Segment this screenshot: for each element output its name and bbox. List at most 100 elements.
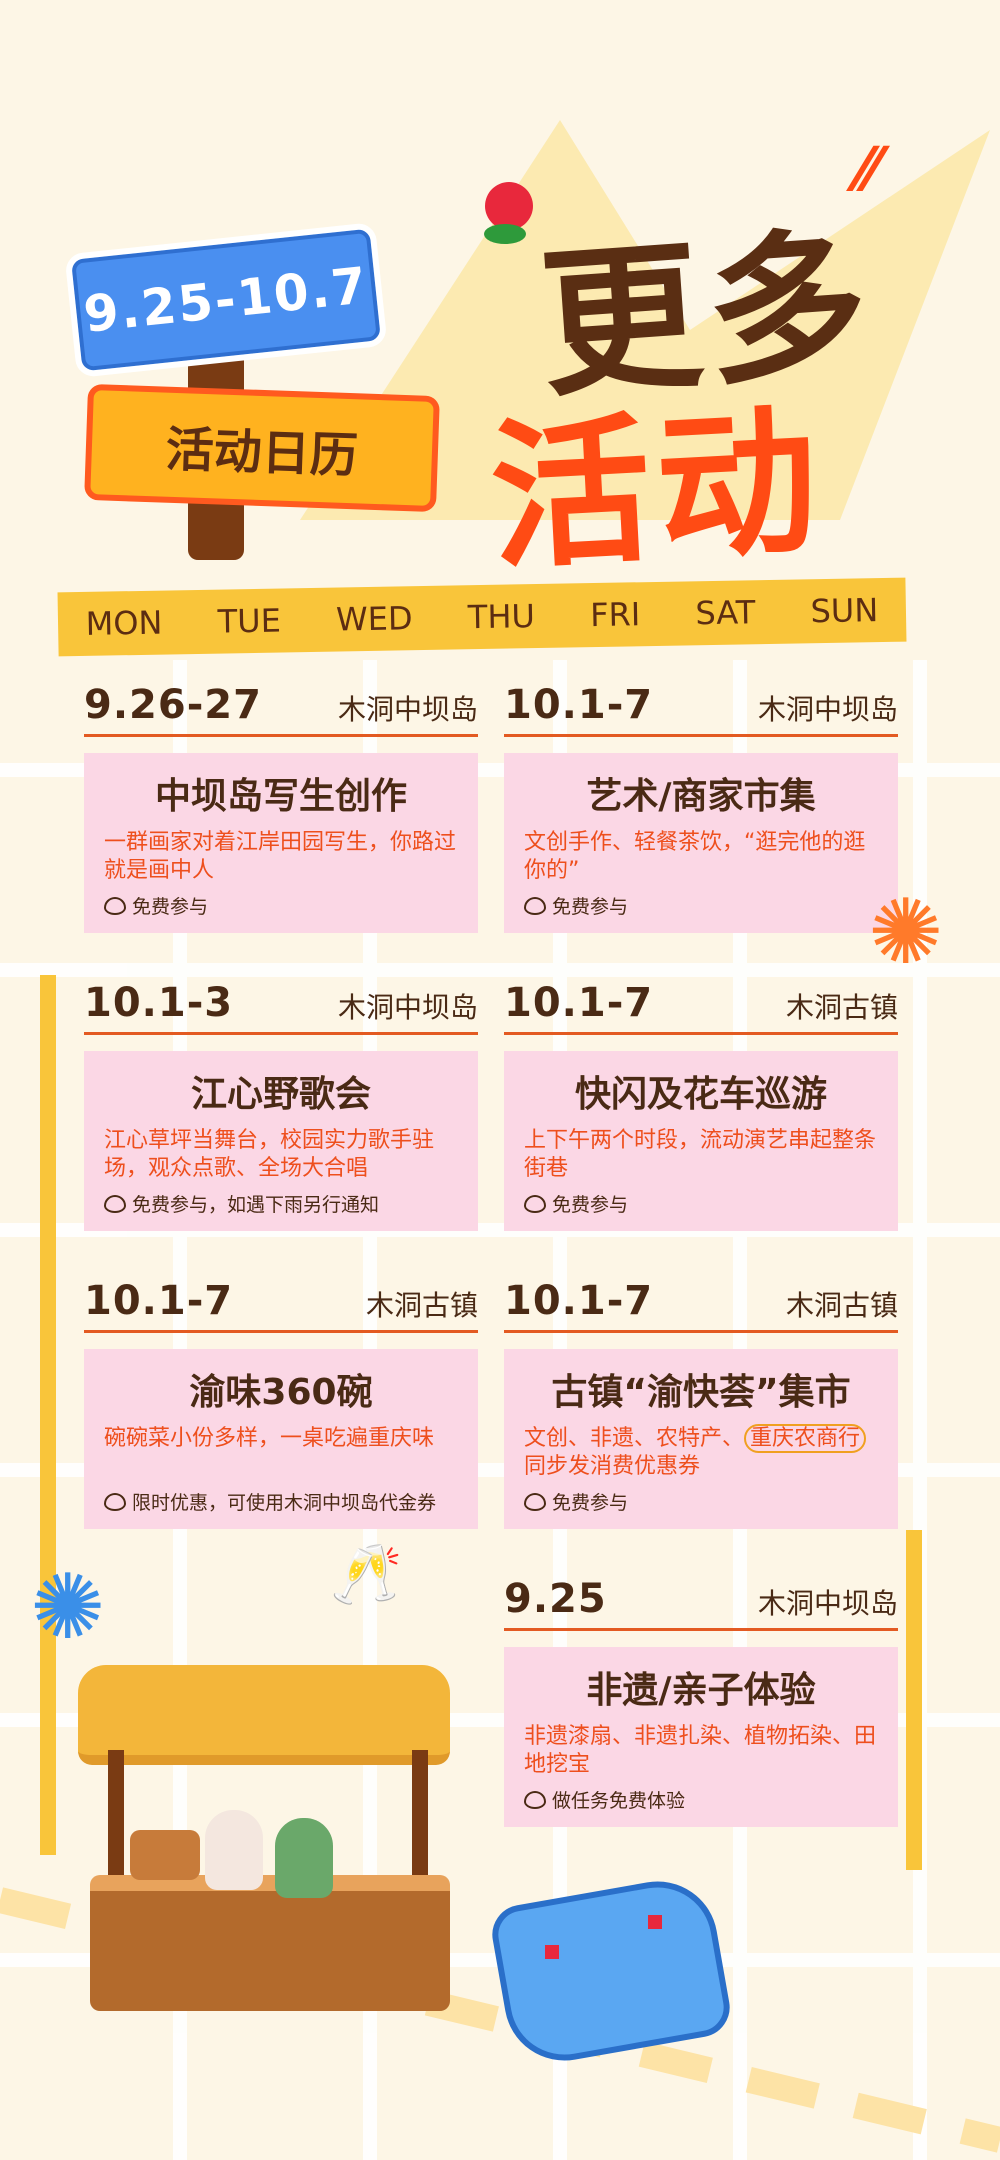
event-location: 木洞古镇 <box>365 1289 478 1322</box>
event-note-text: 做任务免费体验 <box>552 1790 686 1812</box>
event-note-text: 免费参与 <box>132 896 209 918</box>
event-location: 木洞中坝岛 <box>757 1587 898 1620</box>
event-note-text: 免费参与，如遇下雨另行通知 <box>132 1194 380 1216</box>
event-note-text: 免费参与 <box>552 896 629 918</box>
event-title: 古镇“渝快荟”集市 <box>551 1372 851 1413</box>
event-header: 9.25 木洞中坝岛 <box>504 1566 898 1631</box>
event-date: 9.25 <box>504 1576 607 1622</box>
event-note: 免费参与 <box>104 892 208 919</box>
event-header: 9.26-27 木洞中坝岛 <box>84 672 478 737</box>
event-header: 10.1-7 木洞古镇 <box>84 1268 478 1333</box>
booth-illustration <box>78 1665 450 1765</box>
event-block: 10.1-3 木洞中坝岛 江心野歌会 江心草坪当舞台，校园实力歌手驻场，观众点歌… <box>84 970 478 1231</box>
event-title: 江心野歌会 <box>190 1074 371 1115</box>
event-date: 10.1-7 <box>84 1278 234 1324</box>
event-header: 10.1-7 木洞古镇 <box>504 1268 898 1333</box>
booth-pole <box>108 1750 124 1890</box>
bank-highlight: 重庆农商行 <box>744 1424 867 1453</box>
firework-icon: ✺ <box>30 1555 106 1660</box>
booth-pole <box>412 1750 428 1890</box>
event-title: 艺术/商家市集 <box>586 776 816 817</box>
event-description: 文创手作、轻餐茶饮，“逛完他的逛你的” <box>524 830 866 883</box>
day-sun: SUN <box>810 591 879 631</box>
bunny-toy-icon <box>205 1810 263 1890</box>
day-sat: SAT <box>695 593 756 633</box>
left-rail-decoration <box>40 975 56 1855</box>
event-description: 文创、非遗、农特产、 重庆农商行 同步发消费优惠券 <box>524 1424 878 1481</box>
event-card: 古镇“渝快荟”集市 文创、非遗、农特产、 重庆农商行 同步发消费优惠券 免费参与 <box>504 1349 898 1529</box>
event-note: 做任务免费体验 <box>524 1786 685 1813</box>
event-note: 免费参与 <box>524 1488 628 1515</box>
event-block: 10.1-7 木洞古镇 古镇“渝快荟”集市 文创、非遗、农特产、 重庆农商行 同步… <box>504 1268 898 1529</box>
map-flag-icon <box>648 1915 662 1929</box>
event-card: 非遗/亲子体验 非遗漆扇、非遗扎染、植物拓染、田地挖宝 做任务免费体验 <box>504 1647 898 1827</box>
ticket-icon <box>524 1194 546 1213</box>
flower-leaf-icon <box>484 224 526 244</box>
doll-toy-icon <box>275 1818 333 1898</box>
event-title: 渝味360碗 <box>189 1372 373 1413</box>
event-location: 木洞中坝岛 <box>757 693 898 726</box>
ticket-icon <box>104 1492 126 1511</box>
day-tue: TUE <box>217 601 282 641</box>
flower-icon <box>485 182 533 230</box>
event-card: 渝味360碗 碗碗菜小份多样，一桌吃遍重庆味 限时优惠，可使用木洞中坝岛代金券 <box>84 1349 478 1529</box>
event-block: 10.1-7 木洞古镇 快闪及花车巡游 上下午两个时段，流动演艺串起整条街巷 免… <box>504 970 898 1231</box>
event-description: 上下午两个时段，流动演艺串起整条街巷 <box>524 1128 877 1181</box>
event-block: 10.1-7 木洞古镇 渝味360碗 碗碗菜小份多样，一桌吃遍重庆味 限时优惠，… <box>84 1268 478 1529</box>
event-header: 10.1-7 木洞中坝岛 <box>504 672 898 737</box>
event-title: 中坝岛写生创作 <box>154 776 407 817</box>
basket-icon <box>130 1830 200 1880</box>
right-rail-decoration <box>906 1530 922 1870</box>
event-date: 10.1-7 <box>504 980 654 1026</box>
event-description: 碗碗菜小份多样，一桌吃遍重庆味 <box>104 1426 435 1451</box>
event-date: 9.26-27 <box>84 682 262 728</box>
date-range-text: 9.25-10.7 <box>81 256 371 344</box>
event-description: 一群画家对着江岸田园写生，你路过就是画中人 <box>104 830 457 883</box>
event-note-text: 限时优惠，可使用木洞中坝岛代金券 <box>132 1492 437 1514</box>
event-location: 木洞古镇 <box>785 1289 898 1322</box>
toast-glasses-icon: 🥂 <box>330 1540 403 1608</box>
day-wed: WED <box>335 599 413 639</box>
event-card: 中坝岛写生创作 一群画家对着江岸田园写生，你路过就是画中人 免费参与 <box>84 753 478 933</box>
event-date: 10.1-7 <box>504 1278 654 1324</box>
event-card: 艺术/商家市集 文创手作、轻餐茶饮，“逛完他的逛你的” 免费参与 <box>504 753 898 933</box>
ticket-icon <box>524 896 546 915</box>
event-card: 快闪及花车巡游 上下午两个时段，流动演艺串起整条街巷 免费参与 <box>504 1051 898 1231</box>
map-flag-icon <box>545 1945 559 1959</box>
day-mon: MON <box>85 603 163 643</box>
title-line-2: 活动 <box>486 387 828 592</box>
event-description-part: 同步发消费优惠券 <box>524 1454 701 1479</box>
event-header: 10.1-3 木洞中坝岛 <box>84 970 478 1035</box>
event-note: 免费参与，如遇下雨另行通知 <box>104 1190 379 1217</box>
event-note-text: 免费参与 <box>552 1194 629 1216</box>
calendar-sign: 活动日历 <box>84 383 440 513</box>
ticket-icon <box>524 1492 546 1511</box>
calendar-label: 活动日历 <box>164 421 359 485</box>
event-date: 10.1-7 <box>504 682 654 728</box>
day-thu: THU <box>467 597 536 637</box>
event-note: 限时优惠，可使用木洞中坝岛代金券 <box>104 1488 436 1515</box>
event-header: 10.1-7 木洞古镇 <box>504 970 898 1035</box>
event-note: 免费参与 <box>524 892 628 919</box>
event-card: 江心野歌会 江心草坪当舞台，校园实力歌手驻场，观众点歌、全场大合唱 免费参与，如… <box>84 1051 478 1231</box>
day-fri: FRI <box>589 595 641 635</box>
ticket-icon <box>104 896 126 915</box>
firework-icon: ✺ <box>868 880 944 985</box>
event-note-text: 免费参与 <box>552 1492 629 1514</box>
event-location: 木洞中坝岛 <box>337 693 478 726</box>
event-location: 木洞中坝岛 <box>337 991 478 1024</box>
event-description-part: 文创、非遗、农特产、 <box>524 1426 745 1451</box>
event-note: 免费参与 <box>524 1190 628 1217</box>
event-block: 10.1-7 木洞中坝岛 艺术/商家市集 文创手作、轻餐茶饮，“逛完他的逛你的”… <box>504 672 898 933</box>
ticket-icon <box>104 1194 126 1213</box>
event-title: 非遗/亲子体验 <box>586 1670 816 1711</box>
event-description: 江心草坪当舞台，校园实力歌手驻场，观众点歌、全场大合唱 <box>104 1128 435 1181</box>
event-block: 9.26-27 木洞中坝岛 中坝岛写生创作 一群画家对着江岸田园写生，你路过就是… <box>84 672 478 933</box>
booth-counter <box>90 1875 450 2011</box>
event-description: 非遗漆扇、非遗扎染、植物拓染、田地挖宝 <box>524 1724 877 1777</box>
event-location: 木洞古镇 <box>785 991 898 1024</box>
event-title: 快闪及花车巡游 <box>574 1074 827 1115</box>
ticket-icon <box>524 1790 546 1809</box>
event-block: 9.25 木洞中坝岛 非遗/亲子体验 非遗漆扇、非遗扎染、植物拓染、田地挖宝 做… <box>504 1566 898 1827</box>
event-date: 10.1-3 <box>84 980 234 1026</box>
